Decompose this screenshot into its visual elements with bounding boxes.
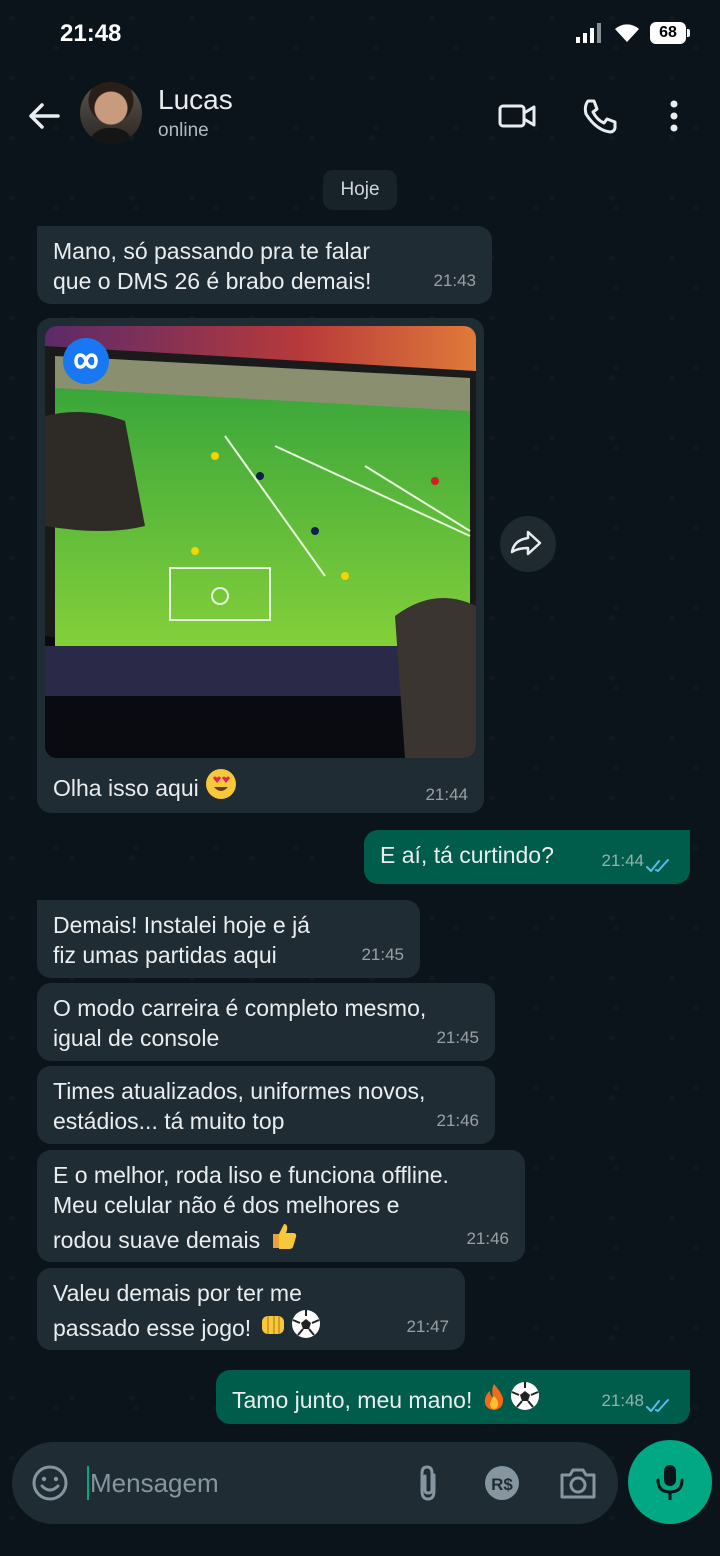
more-options-button[interactable] [654,96,694,136]
video-call-icon [498,104,536,128]
soccer-ball-emoji-icon [291,1310,320,1338]
heart-eyes-emoji-icon [206,769,237,799]
emoji-button[interactable] [30,1463,70,1503]
camera-button[interactable] [558,1463,598,1503]
battery-icon: 68 [650,22,690,44]
chat-header: Lucas online [0,70,720,162]
incoming-message[interactable]: Times atualizados, uniformes novos, está… [37,1066,495,1144]
message-text: Valeu demais por ter me passado esse jog… [53,1278,449,1343]
message-time: 21:46 [466,1229,509,1248]
avatar[interactable] [80,82,142,144]
emoji-icon [32,1465,68,1501]
text-caret [87,1466,89,1500]
signal-icon [576,23,601,43]
status-time: 21:48 [60,20,122,47]
camera-icon [560,1468,596,1499]
message-time: 21:45 [361,945,404,964]
message-time: 21:43 [433,271,476,290]
soccer-ball-emoji-icon [510,1382,539,1410]
incoming-media-message[interactable]: Olha isso aqui 21:44 [37,318,484,813]
message-text: E o melhor, roda liso e funciona offline… [53,1162,449,1253]
video-call-button[interactable] [497,96,537,136]
message-time: 21:44 [601,851,644,870]
fist-bump-emoji-icon [261,1316,284,1334]
incoming-message[interactable]: O modo carreira é completo mesmo, igual … [37,983,495,1061]
message-text: O modo carreira é completo mesmo, igual … [53,995,427,1051]
infinity-badge-icon [63,338,109,384]
message-text: Times atualizados, uniformes novos, está… [53,1078,426,1134]
contact-status: online [158,120,209,141]
forward-button[interactable] [500,516,556,572]
message-time: 21:46 [436,1111,479,1130]
status-bar: 21:48 68 [0,0,720,70]
phone-icon [583,99,617,134]
payment-button[interactable]: R$ [482,1463,522,1503]
media-caption: Olha isso aqui [53,768,237,803]
message-time: 21:44 [425,785,468,804]
voice-call-button[interactable] [580,96,620,136]
message-input[interactable] [90,1462,390,1504]
back-arrow-icon [29,103,60,129]
more-vert-icon [670,100,678,132]
back-button[interactable] [24,96,64,136]
attach-icon [420,1465,436,1501]
forward-icon [510,530,542,556]
thumbs-up-emoji-icon [272,1224,296,1249]
outgoing-message[interactable]: Tamo junto, meu mano! 21:48 [216,1370,690,1424]
video-thumbnail[interactable] [45,326,476,758]
payment-icon: R$ [485,1466,519,1500]
message-composer: R$ [12,1442,618,1524]
contact-name[interactable]: Lucas [158,84,233,116]
incoming-message[interactable]: Valeu demais por ter me passado esse jog… [37,1268,465,1350]
message-time: 21:45 [436,1028,479,1047]
date-divider: Hoje [323,170,397,210]
message-text: Demais! Instalei hoje e já fiz umas part… [53,912,310,968]
voice-message-button[interactable] [628,1440,712,1524]
game-screenshot-image [45,326,476,758]
message-text: Mano, só passando pra te falar que o DMS… [53,238,372,294]
incoming-message[interactable]: Mano, só passando pra te falar que o DMS… [37,226,492,304]
svg-text:R$: R$ [491,1475,513,1494]
message-time: 21:47 [406,1317,449,1336]
incoming-message[interactable]: E o melhor, roda liso e funciona offline… [37,1150,525,1262]
status-icons: 68 [576,22,690,44]
outgoing-message[interactable]: E aí, tá curtindo? 21:44 [364,830,690,884]
read-ticks-icon [646,1399,669,1412]
attach-button[interactable] [412,1463,444,1503]
incoming-message[interactable]: Demais! Instalei hoje e já fiz umas part… [37,900,420,978]
wifi-icon [615,24,639,42]
fire-emoji-icon [484,1384,503,1410]
message-time: 21:48 [601,1391,644,1410]
mic-icon [656,1465,684,1500]
read-ticks-icon [646,859,669,872]
